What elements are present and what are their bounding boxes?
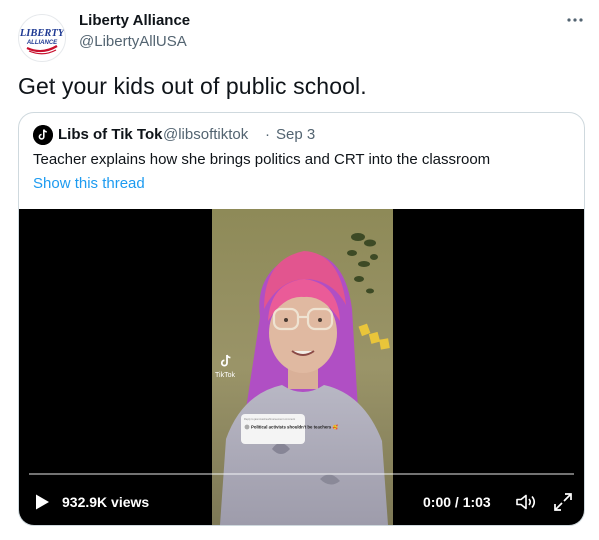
quoted-tweet[interactable]: Libs of Tik Tok @libsoftiktok · Sep 3 Te… <box>18 112 585 526</box>
comment-reply-text: Reply to jasmineshewhinereement comment <box>244 417 295 421</box>
play-icon <box>36 494 49 510</box>
svg-text:LIBERTY: LIBERTY <box>19 28 65 39</box>
more-options-button[interactable] <box>562 10 588 30</box>
video-progress-bar[interactable] <box>29 473 574 475</box>
play-button[interactable] <box>33 493 51 511</box>
tiktok-logo-icon <box>33 125 53 145</box>
tweet: LIBERTY ALLIANCE Liberty Alliance @Liber… <box>0 0 599 540</box>
liberty-alliance-logo: LIBERTY ALLIANCE <box>19 16 65 60</box>
author-avatar[interactable]: LIBERTY ALLIANCE <box>18 14 66 62</box>
quoted-author-name[interactable]: Libs of Tik Tok <box>58 126 162 143</box>
author-name[interactable]: Liberty Alliance <box>79 12 190 29</box>
playback-time: 0:00 / 1:03 <box>423 494 491 510</box>
svg-text:ALLIANCE: ALLIANCE <box>26 40 58 46</box>
video-frame: TikTok Reply to jasmineshewhinereement c… <box>212 209 393 525</box>
author-handle[interactable]: @LibertyAllUSA <box>79 33 187 50</box>
view-count: 932.9K views <box>62 494 150 510</box>
quoted-avatar[interactable] <box>33 125 53 145</box>
volume-icon <box>516 494 536 510</box>
dot-separator: · <box>265 126 270 143</box>
comment-text: Political activists shouldn't be teacher… <box>251 424 338 430</box>
quoted-date[interactable]: Sep 3 <box>276 126 315 143</box>
video-player[interactable]: TikTok Reply to jasmineshewhinereement c… <box>19 209 584 525</box>
volume-button[interactable] <box>515 493 537 511</box>
fullscreen-button[interactable] <box>553 492 573 512</box>
tweet-text: Get your kids out of public school. <box>18 73 367 99</box>
tiktok-watermark: TikTok <box>215 372 235 379</box>
quoted-author-handle[interactable]: @libsoftiktok <box>163 126 248 143</box>
more-dots-icon <box>567 18 583 22</box>
quoted-text: Teacher explains how she brings politics… <box>33 151 491 168</box>
show-thread-link[interactable]: Show this thread <box>33 175 145 192</box>
expand-icon <box>554 493 572 511</box>
video-thumbnail: TikTok Reply to jasmineshewhinereement c… <box>212 209 393 525</box>
